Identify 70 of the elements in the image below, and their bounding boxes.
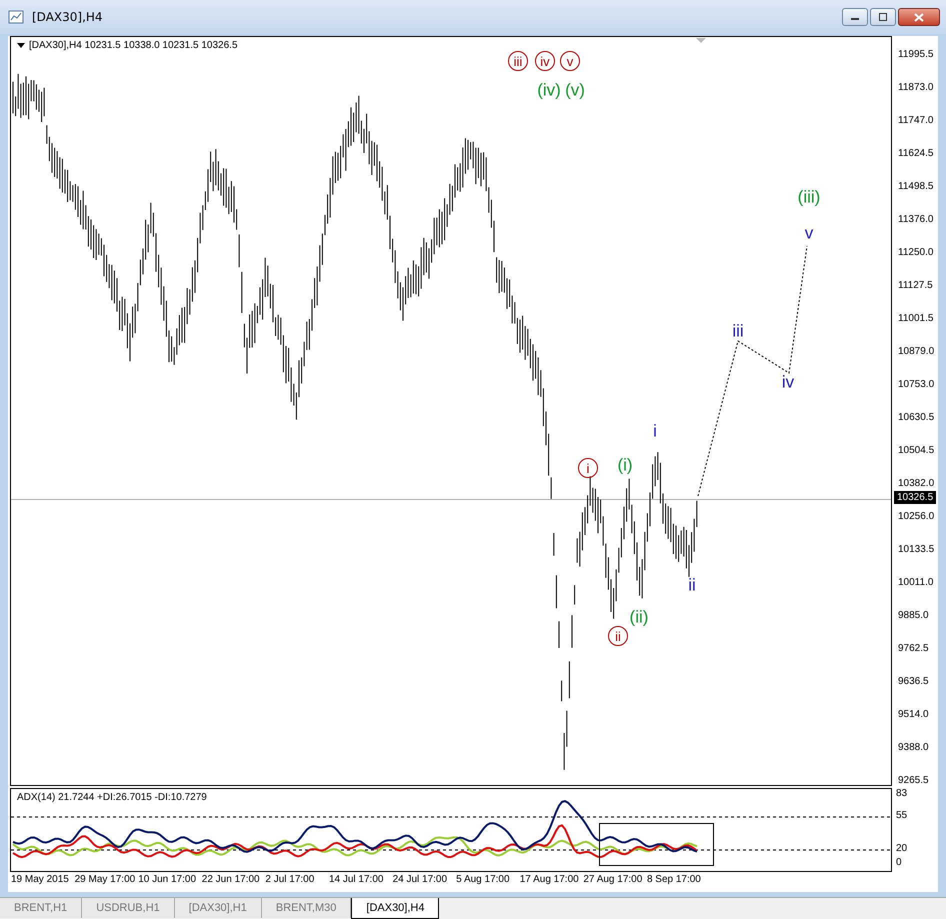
price-tick: 11376.0 — [897, 213, 934, 227]
chart-tab[interactable]: BRENT,H1 — [0, 898, 82, 918]
wave-label: (v) — [565, 82, 585, 98]
chart-tab[interactable]: BRENT,M30 — [262, 898, 352, 918]
price-tick: 11995.5 — [897, 48, 934, 62]
wave-label: (iv) — [537, 82, 561, 98]
price-tick: 10133.5 — [897, 543, 936, 557]
price-tick: 11873.0 — [897, 81, 934, 95]
wave-label: iii — [508, 51, 528, 71]
maximize-icon — [878, 13, 888, 21]
price-tick: 9636.5 — [897, 675, 930, 689]
wave-label: (iii) — [798, 188, 820, 206]
time-tick: 17 Aug 17:00 — [520, 874, 580, 885]
price-tick: 10630.5 — [897, 411, 936, 425]
minimize-button[interactable] — [842, 8, 868, 26]
indicator-label: ADX(14) 21.7244 +DI:26.7015 -DI:10.7279 — [17, 792, 207, 803]
price-tick: 9514.0 — [897, 708, 930, 722]
price-tick: 9885.0 — [897, 609, 930, 623]
chart-tab[interactable]: [DAX30],H1 — [174, 898, 262, 918]
wave-label: v — [804, 224, 814, 242]
wave-label: ii — [688, 576, 696, 594]
price-tick: 11127.5 — [897, 279, 934, 293]
price-tick: 9388.0 — [897, 741, 930, 755]
price-tick: 9762.5 — [897, 642, 930, 656]
indicator-tick: 0 — [896, 857, 902, 868]
price-tick: 10256.0 — [897, 510, 936, 524]
indicator-tick: 20 — [896, 843, 908, 854]
price-tick: 11001.5 — [897, 312, 934, 326]
price-tick: 10753.0 — [897, 378, 936, 392]
time-tick: 2 Jul 17:00 — [265, 874, 316, 885]
time-tick: 22 Jun 17:00 — [202, 874, 261, 885]
price-tick: 11498.5 — [897, 180, 934, 194]
chart-header: [DAX30],H4 10231.5 10338.0 10231.5 10326.5 — [29, 40, 238, 51]
chart-tab[interactable]: [DAX30],H4 — [351, 898, 440, 919]
price-tick: 11250.0 — [897, 246, 934, 260]
close-button[interactable] — [898, 8, 940, 26]
close-icon — [914, 12, 924, 22]
time-tick: 5 Aug 17:00 — [456, 874, 511, 885]
chart-icon — [8, 9, 24, 25]
scroll-marker-icon — [696, 38, 706, 43]
time-tick: 19 May 2015 — [11, 874, 70, 885]
price-tick: 9265.5 — [897, 774, 930, 788]
wave-label: i — [578, 458, 598, 478]
indicator-tick: 83 — [896, 788, 908, 799]
wave-label: (i) — [617, 456, 633, 474]
time-tick: 8 Sep 17:00 — [646, 874, 702, 885]
wave-label: iv — [535, 51, 555, 71]
price-tick: 10011.0 — [897, 576, 934, 590]
window-title: [DAX30],H4 — [32, 10, 103, 24]
wave-label: i — [653, 422, 657, 440]
price-tick: 11747.0 — [897, 114, 934, 128]
wave-label: iv — [782, 374, 794, 390]
price-tick: 10504.5 — [897, 444, 936, 458]
wave-label: ii — [608, 626, 628, 646]
dropdown-icon[interactable] — [17, 42, 25, 48]
time-tick: 24 Jul 17:00 — [392, 874, 448, 885]
price-tick: 10879.0 — [897, 345, 936, 359]
chart-tab[interactable]: USDRUB,H1 — [82, 898, 175, 918]
time-tick: 27 Aug 17:00 — [583, 874, 644, 885]
maximize-button[interactable] — [870, 8, 896, 26]
price-tick: 11624.5 — [897, 147, 934, 161]
wave-label: (ii) — [630, 608, 648, 626]
wave-label: iii — [732, 322, 744, 340]
time-tick: 29 May 17:00 — [74, 874, 136, 885]
indicator-tick: 55 — [896, 810, 908, 821]
time-tick: 14 Jul 17:00 — [328, 874, 384, 885]
price-tick: 10382.0 — [897, 477, 936, 491]
wave-label: v — [560, 51, 580, 71]
time-tick: 10 Jun 17:00 — [138, 874, 198, 885]
current-price-label: 10326.5 — [894, 491, 936, 504]
